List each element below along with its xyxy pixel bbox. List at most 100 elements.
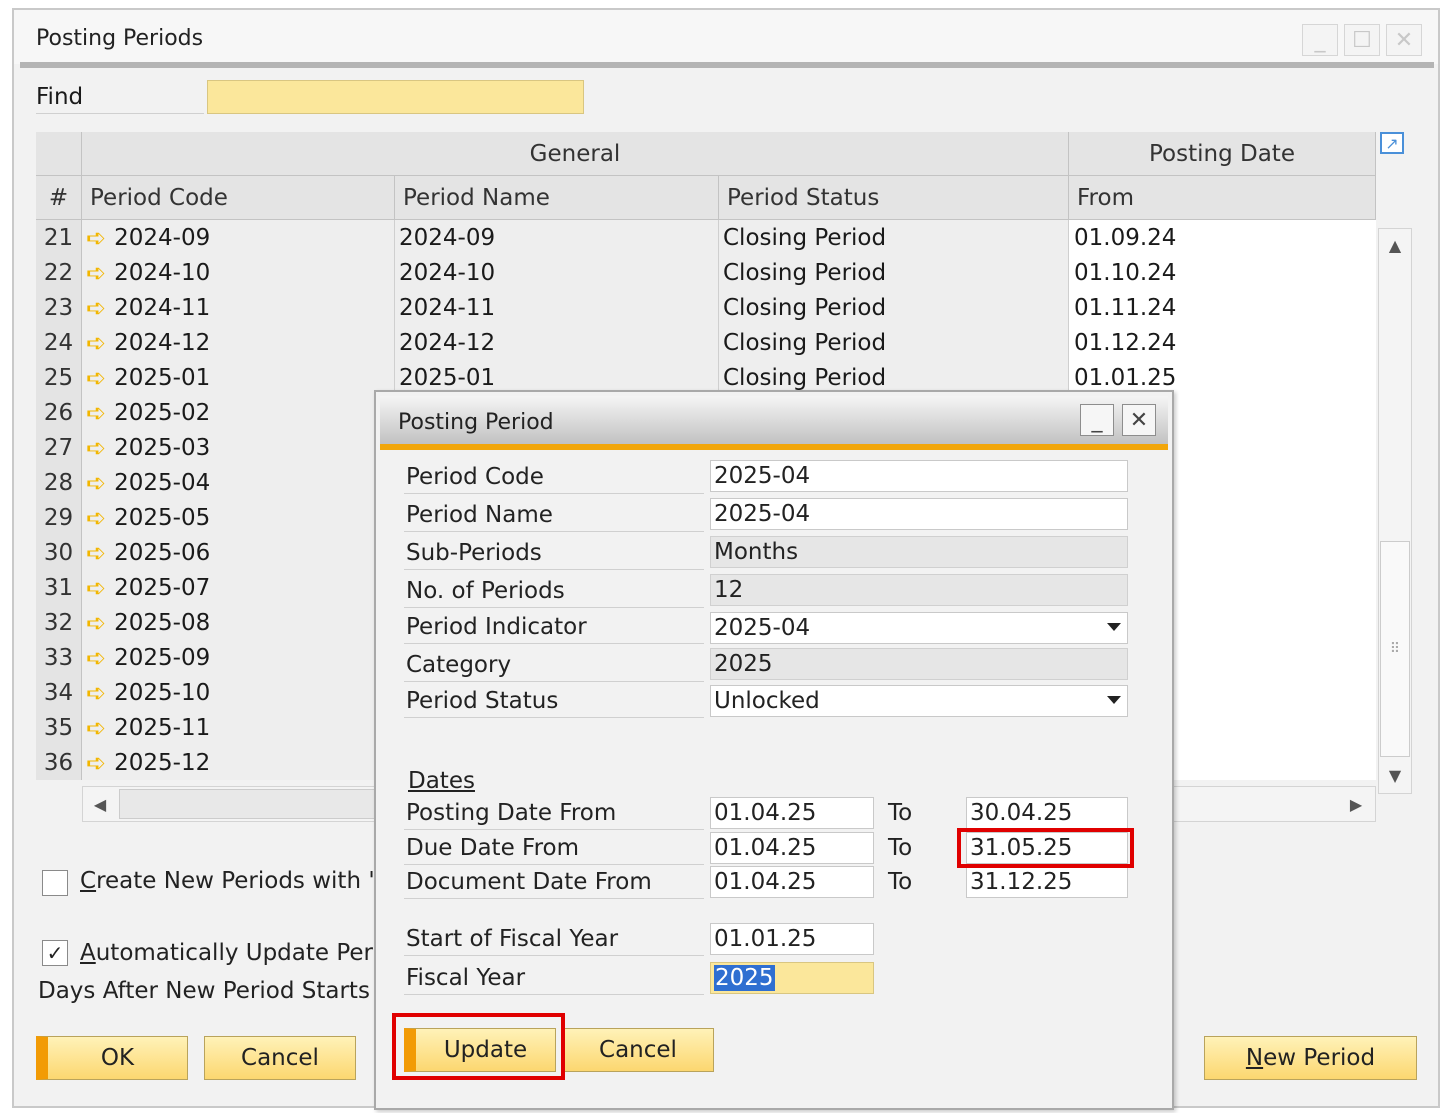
period-code-field[interactable]: 2025-04 (710, 460, 1128, 492)
table-row[interactable]: 23 ➪ 2024-11 2024-11 Closing Period 01.11.24 (36, 290, 1376, 325)
posting-date-from-field[interactable]: 01.04.25 (710, 797, 874, 829)
row-arrow-icon[interactable]: ➪ (86, 716, 106, 740)
dropdown-arrow-icon[interactable] (1107, 696, 1121, 704)
minimize-icon[interactable]: _ (1080, 404, 1114, 436)
period-code-text: 2024-09 (114, 224, 211, 251)
window-title: Posting Periods (36, 26, 204, 51)
title-separator (20, 62, 1434, 68)
row-number: 28 (36, 465, 82, 500)
period-name-field[interactable]: 2025-04 (710, 498, 1128, 530)
to-label: To (888, 800, 913, 826)
row-arrow-icon[interactable]: ➪ (86, 296, 106, 320)
period-code-cell[interactable]: ➪ 2025-07 (82, 570, 395, 605)
period-code-cell[interactable]: ➪ 2025-01 (82, 360, 395, 395)
from-date-cell[interactable]: 01.09.24 (1069, 220, 1376, 255)
row-arrow-icon[interactable]: ➪ (86, 611, 106, 635)
scroll-thumb[interactable]: ⠿ (1380, 541, 1410, 757)
row-number: 31 (36, 570, 82, 605)
row-arrow-icon[interactable]: ➪ (86, 261, 106, 285)
table-row[interactable]: 24 ➪ 2024-12 2024-12 Closing Period 01.12.24 (36, 325, 1376, 360)
row-arrow-icon[interactable]: ➪ (86, 751, 106, 775)
row-number: 33 (36, 640, 82, 675)
new-period-button[interactable]: New Period (1204, 1036, 1417, 1080)
period-code-cell[interactable]: ➪ 2025-10 (82, 675, 395, 710)
header-num[interactable]: # (36, 176, 82, 220)
header-period-status[interactable]: Period Status (719, 176, 1069, 220)
vertical-scrollbar[interactable]: ▲ ⠿ ▼ (1378, 228, 1412, 794)
row-number: 36 (36, 745, 82, 780)
period-code-cell[interactable]: ➪ 2025-06 (82, 535, 395, 570)
period-code-cell[interactable]: ➪ 2024-09 (82, 220, 395, 255)
scroll-left-icon[interactable]: ◀ (83, 787, 117, 821)
row-arrow-icon[interactable]: ➪ (86, 436, 106, 460)
document-date-from-field[interactable]: 01.04.25 (710, 866, 874, 898)
fiscal-year-field[interactable]: 2025 (710, 962, 874, 994)
period-name-cell: 2024-12 (395, 325, 719, 360)
row-arrow-icon[interactable]: ➪ (86, 646, 106, 670)
sub-periods-field: Months (710, 536, 1128, 568)
period-code-text: 2025-01 (114, 364, 211, 391)
row-arrow-icon[interactable]: ➪ (86, 366, 106, 390)
field-underline (404, 898, 704, 899)
document-date-to-field[interactable]: 31.12.25 (966, 866, 1128, 898)
period-code-cell[interactable]: ➪ 2025-12 (82, 745, 395, 780)
row-arrow-icon[interactable]: ➪ (86, 226, 106, 250)
row-arrow-icon[interactable]: ➪ (86, 331, 106, 355)
period-code-cell[interactable]: ➪ 2025-04 (82, 465, 395, 500)
scroll-up-icon[interactable]: ▲ (1379, 229, 1411, 261)
row-arrow-icon[interactable]: ➪ (86, 681, 106, 705)
auto-update-checkbox[interactable]: ✓ (42, 940, 68, 966)
close-icon[interactable]: ✕ (1122, 404, 1156, 436)
period-code-text: 2025-02 (114, 399, 211, 426)
due-date-from-field[interactable]: 01.04.25 (710, 832, 874, 864)
title-bar[interactable]: Posting Periods _ ☐ ✕ (14, 10, 1438, 64)
create-new-periods-checkbox[interactable] (42, 870, 68, 896)
ok-button[interactable]: OK (36, 1036, 188, 1080)
period-indicator-select[interactable]: 2025-04 (710, 612, 1128, 644)
row-number: 30 (36, 535, 82, 570)
period-name-label: Period Name (406, 502, 553, 528)
period-code-text: 2025-04 (114, 469, 211, 496)
row-number: 29 (36, 500, 82, 535)
period-code-cell[interactable]: ➪ 2024-12 (82, 325, 395, 360)
period-code-cell[interactable]: ➪ 2025-03 (82, 430, 395, 465)
row-arrow-icon[interactable]: ➪ (86, 576, 106, 600)
row-arrow-icon[interactable]: ➪ (86, 541, 106, 565)
header-period-code[interactable]: Period Code (82, 176, 395, 220)
period-indicator-label: Period Indicator (406, 614, 587, 640)
scroll-right-icon[interactable]: ▶ (1339, 787, 1373, 821)
period-status-select[interactable]: Unlocked (710, 685, 1128, 717)
row-arrow-icon[interactable]: ➪ (86, 506, 106, 530)
period-code-cell[interactable]: ➪ 2025-09 (82, 640, 395, 675)
dialog-cancel-button[interactable]: Cancel (562, 1028, 714, 1072)
table-row[interactable]: 21 ➪ 2024-09 2024-09 Closing Period 01.09.24 (36, 220, 1376, 255)
from-date-cell[interactable]: 01.10.24 (1069, 255, 1376, 290)
scroll-down-icon[interactable]: ▼ (1379, 759, 1411, 791)
dialog-title-bar[interactable]: Posting Period _ ✕ (380, 396, 1168, 448)
row-number: 24 (36, 325, 82, 360)
header-period-name[interactable]: Period Name (395, 176, 719, 220)
period-code-cell[interactable]: ➪ 2025-02 (82, 395, 395, 430)
period-code-cell[interactable]: ➪ 2024-11 (82, 290, 395, 325)
close-icon[interactable]: ✕ (1386, 24, 1422, 56)
period-code-cell[interactable]: ➪ 2025-11 (82, 710, 395, 745)
start-fiscal-year-field[interactable]: 01.01.25 (710, 923, 874, 955)
minimize-icon[interactable]: _ (1302, 24, 1338, 56)
cancel-button[interactable]: Cancel (204, 1036, 356, 1080)
row-number: 27 (36, 430, 82, 465)
update-button-highlight (392, 1013, 565, 1080)
row-arrow-icon[interactable]: ➪ (86, 401, 106, 425)
period-code-text: 2025-08 (114, 609, 211, 636)
table-row[interactable]: 22 ➪ 2024-10 2024-10 Closing Period 01.10.24 (36, 255, 1376, 290)
period-code-cell[interactable]: ➪ 2024-10 (82, 255, 395, 290)
from-date-cell[interactable]: 01.11.24 (1069, 290, 1376, 325)
dropdown-arrow-icon[interactable] (1107, 623, 1121, 631)
find-input[interactable] (207, 80, 584, 114)
period-code-cell[interactable]: ➪ 2025-08 (82, 605, 395, 640)
from-date-cell[interactable]: 01.12.24 (1069, 325, 1376, 360)
posting-date-to-field[interactable]: 30.04.25 (966, 797, 1128, 829)
maximize-icon[interactable]: ☐ (1344, 24, 1380, 56)
period-code-cell[interactable]: ➪ 2025-05 (82, 500, 395, 535)
header-from[interactable]: From (1069, 176, 1376, 220)
row-arrow-icon[interactable]: ➪ (86, 471, 106, 495)
